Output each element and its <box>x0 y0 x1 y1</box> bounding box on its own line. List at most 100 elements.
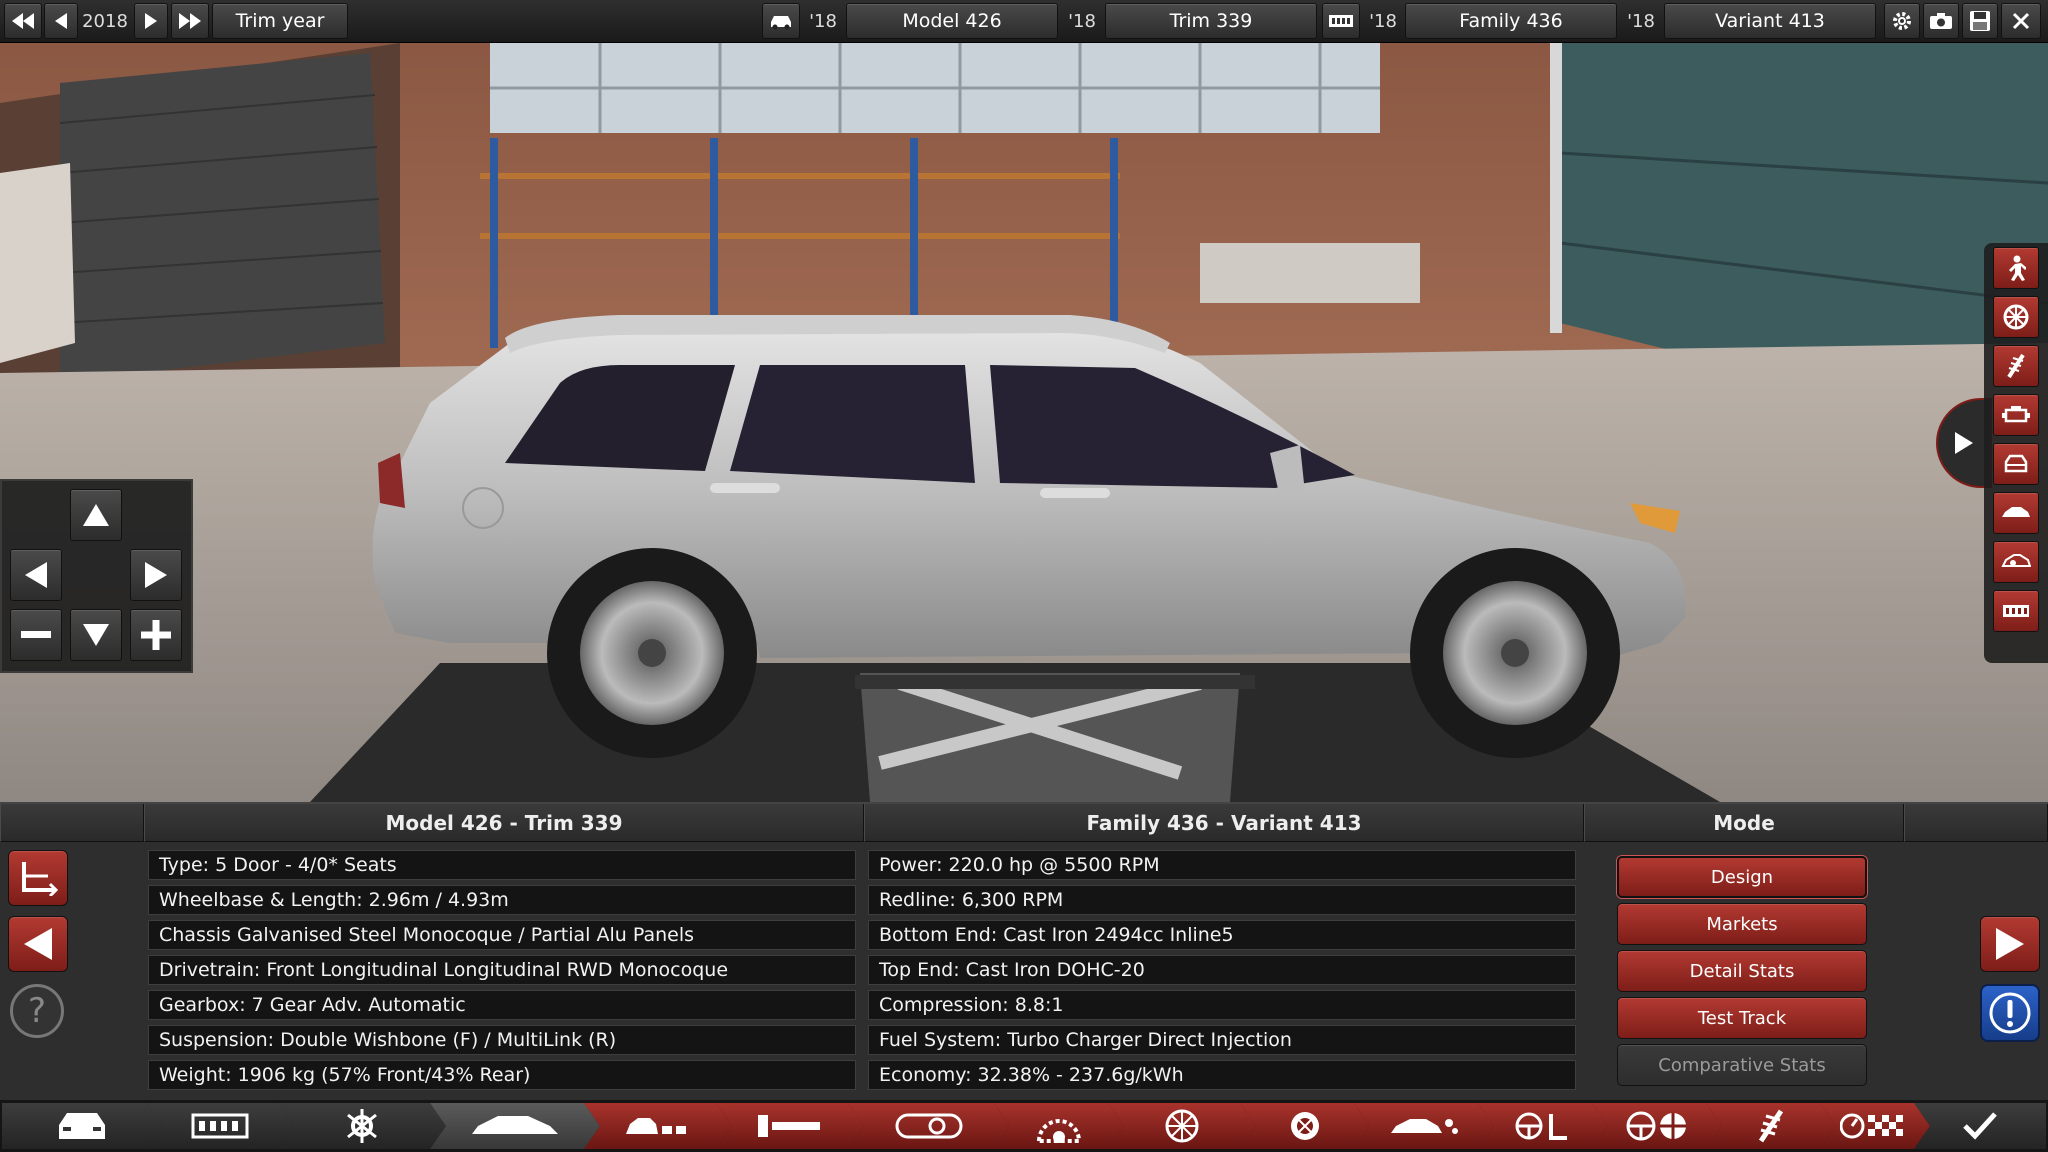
close-button[interactable] <box>2001 3 2041 39</box>
engine-block-view-button[interactable] <box>1993 590 2039 632</box>
engine-block-icon <box>191 1111 249 1141</box>
model-car-button[interactable] <box>762 3 800 39</box>
mode-markets-button[interactable]: Markets <box>1617 903 1867 945</box>
car-viewport[interactable] <box>0 43 2048 802</box>
tab-rims[interactable] <box>1592 1103 1722 1149</box>
back-to-menu-button[interactable] <box>8 850 68 906</box>
screenshot-button[interactable] <box>1923 3 1959 39</box>
tab-wheel[interactable] <box>1108 1103 1256 1149</box>
family-engine-button[interactable] <box>1322 3 1360 39</box>
rewind-button[interactable] <box>4 3 42 39</box>
family-selector[interactable]: Family 436 <box>1405 3 1617 39</box>
tab-car-front[interactable] <box>2 1103 162 1149</box>
help-button[interactable]: ? <box>10 984 64 1038</box>
mode-comparative-stats-button[interactable]: Comparative Stats <box>1617 1044 1867 1086</box>
stat-row: Fuel System: Turbo Charger Direct Inject… <box>868 1025 1576 1055</box>
tab-confirm[interactable] <box>1914 1103 2046 1149</box>
camera-down-button[interactable] <box>70 609 122 661</box>
person-view-button[interactable] <box>1993 247 2039 289</box>
arrow-left-icon <box>24 928 52 960</box>
camera-up-button[interactable] <box>70 489 122 541</box>
car-interior-icon <box>2001 554 2031 567</box>
mode-design-button[interactable]: Design <box>1617 856 1867 898</box>
wheel-icon <box>1165 1109 1199 1143</box>
rewind-icon <box>12 13 34 29</box>
variant-year: '18 <box>1627 10 1655 32</box>
gears-icon <box>336 1107 388 1145</box>
fast-forward-icon <box>179 13 201 29</box>
info-warning-button[interactable] <box>1980 984 2040 1042</box>
engine-block-icon <box>2003 605 2029 617</box>
left-tools-header <box>0 804 144 842</box>
stat-row: Redline: 6,300 RPM <box>868 885 1576 915</box>
stat-row: Gearbox: 7 Gear Adv. Automatic <box>148 990 856 1020</box>
tab-gears[interactable] <box>278 1103 446 1149</box>
wheel-icon <box>2003 304 2029 330</box>
trim-year-button[interactable]: Trim year <box>212 3 348 39</box>
tab-spring[interactable] <box>1706 1103 1836 1149</box>
suspension-view-button[interactable] <box>1993 345 2039 387</box>
camera-icon <box>1930 13 1952 29</box>
family-year: '18 <box>1369 10 1397 32</box>
stat-row: Chassis Galvanised Steel Monocoque / Par… <box>148 920 856 950</box>
top-bar: 2018 Trim year '18 Model 426 '18 Trim 33… <box>0 0 2048 43</box>
model-trim-stats: Type: 5 Door - 4/0* Seats Wheelbase & Le… <box>148 850 856 1095</box>
model-selector[interactable]: Model 426 <box>846 3 1058 39</box>
tab-steering[interactable] <box>1478 1103 1608 1149</box>
zoom-out-button[interactable] <box>10 609 62 661</box>
corner-arrow-icon <box>22 862 58 896</box>
settings-button[interactable] <box>1884 3 1920 39</box>
front-view-button[interactable] <box>1993 443 2039 485</box>
zoom-in-button[interactable] <box>130 609 182 661</box>
next-year-button[interactable] <box>134 3 168 39</box>
stat-row: Weight: 1906 kg (57% Front/43% Rear) <box>148 1060 856 1090</box>
variant-selector[interactable]: Variant 413 <box>1664 3 1876 39</box>
mode-detail-stats-button[interactable]: Detail Stats <box>1617 950 1867 992</box>
rims-icon <box>1625 1110 1689 1142</box>
camera-right-button[interactable] <box>130 549 182 601</box>
arrow-right-icon <box>145 562 167 588</box>
tab-frame[interactable] <box>716 1103 864 1149</box>
previous-step-button[interactable] <box>8 916 68 972</box>
info-panel: ? Model 426 - Trim 339 Type: 5 Door - 4/… <box>0 802 2048 1100</box>
trim-selector[interactable]: Trim 339 <box>1105 3 1317 39</box>
arrow-down-icon <box>83 624 109 646</box>
frame-icon <box>756 1113 824 1139</box>
wheel-view-button[interactable] <box>1993 296 2039 338</box>
stat-row: Economy: 32.38% - 237.6g/kWh <box>868 1060 1576 1090</box>
camera-left-button[interactable] <box>10 549 62 601</box>
tab-brake[interactable] <box>1240 1103 1370 1149</box>
tab-engine[interactable] <box>848 1103 1010 1149</box>
spring-icon <box>2007 353 2025 379</box>
spring-icon <box>1755 1109 1787 1143</box>
car-fixture-icon <box>1389 1113 1459 1139</box>
tab-test-track[interactable] <box>1820 1103 1930 1149</box>
gear-icon <box>1893 12 1911 30</box>
tab-turbo[interactable] <box>994 1103 1124 1149</box>
next-step-button[interactable] <box>1980 916 2040 972</box>
save-button[interactable] <box>1962 3 1998 39</box>
mode-test-track-button[interactable]: Test Track <box>1617 997 1867 1039</box>
tab-car-fixture[interactable] <box>1354 1103 1494 1149</box>
side-view-button[interactable] <box>1993 492 2039 534</box>
interior-view-button[interactable] <box>1993 541 2039 583</box>
car-family-icon <box>624 1114 692 1138</box>
stat-row: Bottom End: Cast Iron 2494cc Inline5 <box>868 920 1576 950</box>
trim-year: '18 <box>1068 10 1096 32</box>
minus-icon <box>21 631 51 638</box>
help-icon: ? <box>27 991 47 1031</box>
tab-car-family[interactable] <box>584 1103 732 1149</box>
engine-icon <box>2002 406 2030 423</box>
mode-header: Mode <box>1584 804 1904 842</box>
arrow-left-icon <box>25 562 47 588</box>
engine-view-button[interactable] <box>1993 394 2039 436</box>
car-front-icon <box>53 1109 111 1143</box>
play-icon <box>145 13 157 29</box>
car-icon <box>771 16 791 30</box>
prev-year-button[interactable] <box>44 3 78 39</box>
model-year: '18 <box>809 10 837 32</box>
fast-forward-button[interactable] <box>171 3 209 39</box>
tab-engine-block[interactable] <box>146 1103 294 1149</box>
close-icon <box>2012 12 2030 30</box>
tab-body[interactable] <box>430 1103 600 1149</box>
